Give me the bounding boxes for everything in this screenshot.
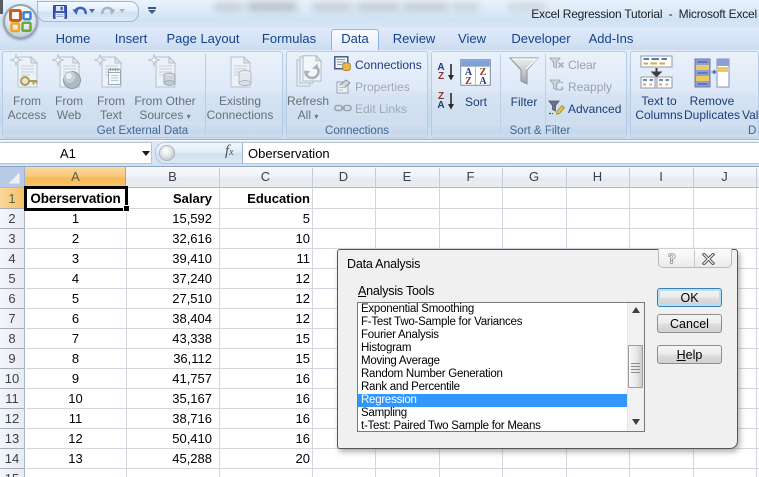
svg-text:?: ? xyxy=(668,252,676,268)
svg-text:Z: Z xyxy=(465,76,472,86)
svg-text:A: A xyxy=(479,76,487,86)
